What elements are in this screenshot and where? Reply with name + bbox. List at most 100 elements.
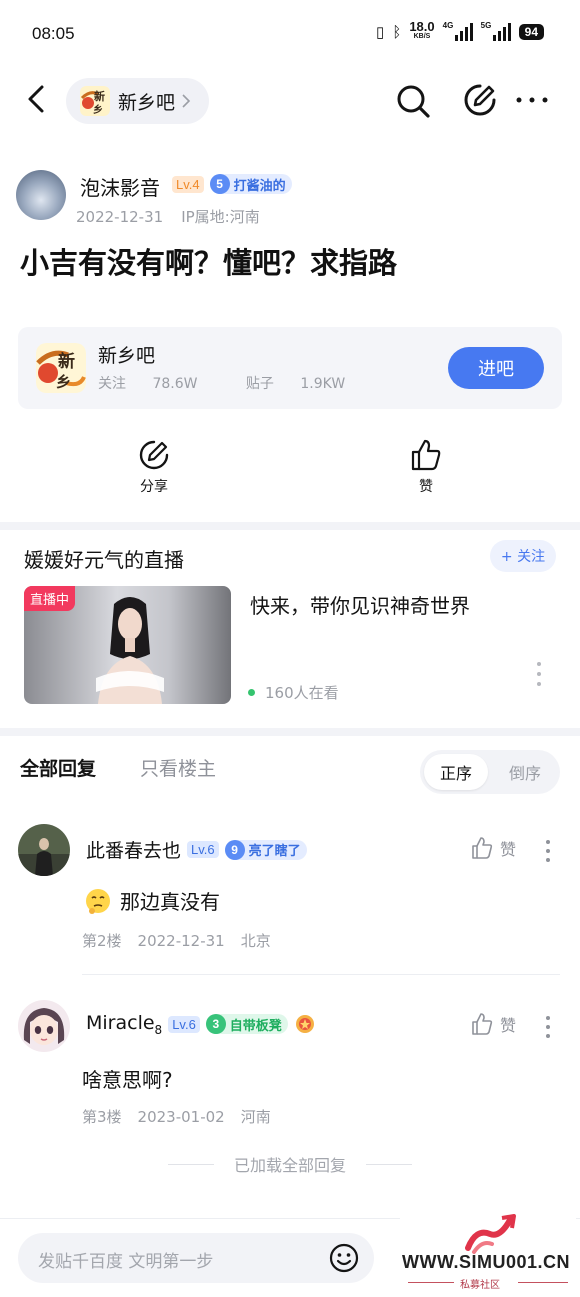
forum-card-logo-char-2: 乡 <box>56 373 71 391</box>
loaded-all-line-right <box>365 1163 412 1165</box>
reply-avatar[interactable] <box>18 824 70 876</box>
live-thumbnail[interactable]: 直播中 <box>24 586 231 704</box>
share-label: 分享 <box>140 479 168 495</box>
forum-logo-char-2: 乡 <box>93 103 103 116</box>
thumbs-up-icon <box>472 837 493 859</box>
forum-card-stats: 关注 78.6W 贴子 1.9KW <box>98 373 389 393</box>
reply-honor-text: 自带板凳 <box>229 1018 282 1034</box>
network-speed: 18.0 KB/S <box>409 19 435 42</box>
reply-head: 此番春去也 Lv.6 9 亮了瞎了 <box>86 836 307 863</box>
post-date: 2022-12-31 <box>76 208 164 226</box>
reply-date: 2022-12-31 <box>137 932 225 950</box>
forum-card[interactable]: 新 乡 新乡吧 关注 78.6W 贴子 1.9KW 进吧 <box>18 327 562 409</box>
author-honor-badge: 5 打酱油的 <box>209 174 292 194</box>
tab-all-replies[interactable]: 全部回复 <box>20 754 96 781</box>
reply-filter-tabs: 全部回复 只看楼主 正序 倒序 <box>0 748 580 800</box>
status-bar: 08:05 ▯ ᛒ 18.0 KB/S 4G 5G 94 <box>0 0 580 68</box>
signal-5g-icon: 5G <box>481 21 511 41</box>
author-honor-num: 5 <box>209 174 230 194</box>
section-separator <box>0 522 580 530</box>
medal-icon <box>295 1015 314 1034</box>
post-author: 泡沫影音 Lv.4 5 打酱油的 2022-12-31 IP属地:河南 <box>16 168 564 230</box>
like-label: 赞 <box>419 479 433 495</box>
chevron-right-icon <box>182 94 191 108</box>
watermark-line-left <box>408 1282 454 1283</box>
more-icon[interactable] <box>514 90 550 110</box>
reply-honor-text: 亮了瞎了 <box>248 844 301 859</box>
reply-content: 那边真没有 <box>84 886 220 915</box>
author-name[interactable]: 泡沫影音 <box>80 172 160 201</box>
live-watching: 160人在看 <box>248 682 339 703</box>
followers-count: 78.6W <box>152 376 198 392</box>
loaded-all-line-left <box>168 1163 214 1165</box>
reply-more-icon[interactable] <box>543 838 553 864</box>
reply-location: 河南 <box>240 1108 271 1126</box>
reply-honor-badge: 3 自带板凳 <box>205 1014 288 1035</box>
reply-avatar-image <box>18 1000 70 1052</box>
reply-more-icon[interactable] <box>543 1014 553 1040</box>
watermark-line-right <box>518 1282 568 1283</box>
reply-floor: 第2楼 <box>82 932 122 950</box>
network-speed-value: 18.0 <box>409 19 435 34</box>
reply-text: 那边真没有 <box>120 890 220 914</box>
signal-4g-icon: 4G <box>442 21 473 41</box>
reply-level-badge: Lv.6 <box>168 1015 200 1033</box>
sort-asc-button[interactable]: 正序 <box>424 754 488 790</box>
live-watching-count: 160人在看 <box>265 684 339 702</box>
reply-author-name-sub: 8 <box>154 1022 163 1037</box>
tab-op-only[interactable]: 只看楼主 <box>140 754 216 781</box>
back-icon[interactable] <box>20 82 54 116</box>
watermark-sub: 私募社区 <box>460 1280 500 1291</box>
follow-button[interactable]: + 关注 <box>490 540 556 572</box>
reply-input[interactable]: 发贴千百度 文明第一步 <box>18 1233 374 1283</box>
author-level-badge: Lv.4 <box>172 175 204 193</box>
reply-meta: 第3楼 2023-01-02 河南 <box>82 1106 271 1127</box>
post-meta: 2022-12-31 IP属地:河南 <box>76 206 260 227</box>
signal-4g-label: 4G <box>442 21 454 30</box>
like-button[interactable]: 赞 <box>386 438 466 496</box>
live-description[interactable]: 快来，带你见识神奇世界 <box>250 590 470 619</box>
reply-item: 此番春去也 Lv.6 9 亮了瞎了 赞 那边真没有 第2楼 2022-12-31 北… <box>0 824 580 974</box>
loaded-all-text: 已加载全部回复 <box>233 1156 346 1175</box>
edit-post-icon[interactable] <box>462 82 498 118</box>
forum-card-logo-char-1: 新 <box>58 351 75 372</box>
forum-pill[interactable]: 新 乡 新乡吧 <box>66 78 210 124</box>
posts-count: 1.9KW <box>300 376 346 392</box>
share-button[interactable]: 分享 <box>114 438 194 496</box>
reply-meta: 第2楼 2022-12-31 北京 <box>82 930 271 951</box>
share-icon <box>139 440 169 470</box>
post-actions: 分享 赞 <box>0 438 580 502</box>
search-icon[interactable] <box>394 82 432 120</box>
author-avatar[interactable] <box>16 170 66 220</box>
forum-card-logo-icon: 新 乡 <box>36 343 86 393</box>
followers-label: 关注 <box>98 376 126 392</box>
live-tag: 直播中 <box>24 586 76 611</box>
vibrate-icon: ▯ <box>376 24 385 41</box>
reply-avatar-image <box>18 824 70 876</box>
watermark-url: WWW.SIMU001.CN <box>402 1252 571 1272</box>
reply-divider <box>82 974 560 975</box>
section-separator <box>0 728 580 736</box>
posts-label: 贴子 <box>245 376 274 392</box>
reply-floor: 第3楼 <box>82 1108 122 1126</box>
forum-logo-icon: 新 乡 <box>80 86 110 116</box>
reply-like-button[interactable]: 赞 <box>470 836 516 860</box>
reply-avatar[interactable] <box>18 1000 70 1052</box>
emoji-icon[interactable] <box>328 1242 360 1274</box>
reply-author-name[interactable]: 此番春去也 <box>86 836 181 863</box>
sort-toggle: 正序 倒序 <box>420 750 560 794</box>
join-forum-button[interactable]: 进吧 <box>448 347 544 389</box>
live-title[interactable]: 媛媛好元气的直播 <box>24 544 184 573</box>
thumbs-up-icon <box>411 439 441 471</box>
status-time: 08:05 <box>32 24 75 43</box>
forum-card-name: 新乡吧 <box>98 345 156 367</box>
reply-like-button[interactable]: 赞 <box>470 1012 516 1036</box>
forum-pill-name: 新乡吧 <box>118 91 176 114</box>
sort-desc-button[interactable]: 倒序 <box>494 754 556 790</box>
status-icons: ▯ ᛒ 18.0 KB/S 4G 5G 94 <box>376 19 544 42</box>
live-indicator-dot <box>248 689 255 696</box>
battery-icon: 94 <box>518 24 544 40</box>
live-more-icon[interactable] <box>534 660 544 688</box>
reply-author-name[interactable]: Miracle8 <box>86 1012 162 1037</box>
reply-location: 北京 <box>240 932 271 950</box>
